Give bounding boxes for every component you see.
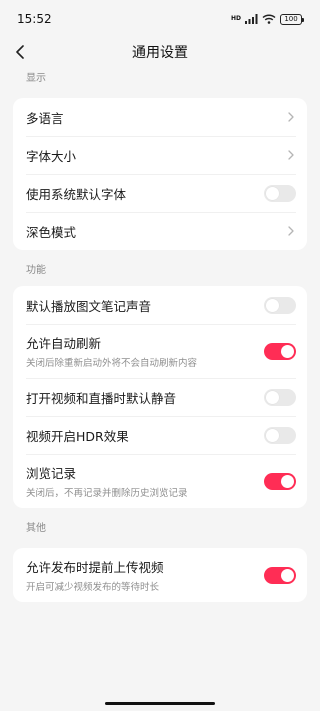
setting-label: 默认播放图文笔记声音 bbox=[26, 298, 152, 314]
chevron-right-icon bbox=[286, 226, 296, 236]
setting-description: 关闭后除重新启动外将不会自动刷新内容 bbox=[26, 358, 198, 369]
home-indicator[interactable] bbox=[105, 702, 215, 705]
status-bar: 15:52 HD 100 bbox=[0, 0, 320, 38]
nav-bar: 通用设置 bbox=[0, 38, 320, 66]
toggle-knob bbox=[266, 428, 279, 442]
page-title: 通用设置 bbox=[132, 45, 188, 61]
setting-label: 允许发布时提前上传视频 bbox=[26, 560, 164, 575]
setting-label: 使用系统默认字体 bbox=[26, 186, 127, 202]
display-settings-card: 多语言 字体大小 使用系统默认字体 深色模式 bbox=[13, 98, 307, 250]
chevron-right-icon bbox=[286, 150, 296, 160]
setting-description: 开启可减少视频发布的等待时长 bbox=[26, 582, 160, 593]
setting-row-dark-mode[interactable]: 深色模式 bbox=[13, 212, 307, 250]
status-time: 15:52 bbox=[17, 12, 52, 26]
toggle-knob bbox=[266, 390, 279, 404]
setting-label: 深色模式 bbox=[26, 224, 77, 240]
setting-row-font-size[interactable]: 字体大小 bbox=[13, 136, 307, 174]
toggle-knob bbox=[281, 344, 294, 358]
toggle-knob bbox=[266, 186, 279, 200]
toggle-knob bbox=[281, 568, 294, 582]
toggle-knob bbox=[281, 474, 294, 488]
battery-level: 100 bbox=[284, 14, 298, 23]
setting-row-hdr: 视频开启HDR效果 bbox=[13, 416, 307, 454]
setting-row-auto-refresh: 允许自动刷新 关闭后除重新启动外将不会自动刷新内容 bbox=[13, 324, 307, 378]
setting-row-preupload-video: 允许发布时提前上传视频 开启可减少视频发布的等待时长 bbox=[13, 548, 307, 602]
wifi-icon bbox=[262, 14, 276, 24]
setting-text: 浏览记录 关闭后，不再记录并删除历史浏览记录 bbox=[26, 463, 188, 499]
system-font-toggle[interactable] bbox=[264, 184, 296, 202]
setting-label: 视频开启HDR效果 bbox=[26, 428, 129, 444]
cellular-signal-icon bbox=[245, 14, 258, 24]
setting-description: 关闭后，不再记录并删除历史浏览记录 bbox=[26, 488, 188, 499]
mute-default-toggle[interactable] bbox=[264, 388, 296, 406]
setting-row-system-font: 使用系统默认字体 bbox=[13, 174, 307, 212]
history-toggle[interactable] bbox=[264, 472, 296, 490]
toggle-knob bbox=[266, 298, 279, 312]
section-title-function: 功能 bbox=[26, 265, 46, 276]
status-icons: HD 100 bbox=[230, 13, 304, 25]
setting-row-history: 浏览记录 关闭后，不再记录并删除历史浏览记录 bbox=[13, 454, 307, 508]
network-type-label: HD bbox=[230, 15, 241, 22]
preupload-video-toggle[interactable] bbox=[264, 566, 296, 584]
note-sound-toggle[interactable] bbox=[264, 296, 296, 314]
setting-text: 允许自动刷新 关闭后除重新启动外将不会自动刷新内容 bbox=[26, 333, 197, 369]
section-title-other: 其他 bbox=[26, 523, 46, 534]
setting-text: 允许发布时提前上传视频 开启可减少视频发布的等待时长 bbox=[26, 557, 164, 593]
setting-label: 允许自动刷新 bbox=[26, 336, 102, 351]
chevron-left-icon bbox=[16, 45, 24, 59]
setting-label: 浏览记录 bbox=[26, 466, 77, 481]
battery-icon: 100 bbox=[280, 13, 304, 25]
back-button[interactable] bbox=[8, 40, 32, 64]
setting-row-mute-default: 打开视频和直播时默认静音 bbox=[13, 378, 307, 416]
setting-row-note-sound: 默认播放图文笔记声音 bbox=[13, 286, 307, 324]
setting-label: 字体大小 bbox=[26, 148, 77, 164]
other-settings-card: 允许发布时提前上传视频 开启可减少视频发布的等待时长 bbox=[13, 548, 307, 602]
chevron-right-icon bbox=[286, 112, 296, 122]
hdr-toggle[interactable] bbox=[264, 426, 296, 444]
setting-label: 打开视频和直播时默认静音 bbox=[26, 390, 177, 406]
section-title-display: 显示 bbox=[26, 73, 46, 84]
setting-label: 多语言 bbox=[26, 110, 64, 126]
auto-refresh-toggle[interactable] bbox=[264, 342, 296, 360]
function-settings-card: 默认播放图文笔记声音 允许自动刷新 关闭后除重新启动外将不会自动刷新内容 打开视… bbox=[13, 286, 307, 508]
setting-row-language[interactable]: 多语言 bbox=[13, 98, 307, 136]
